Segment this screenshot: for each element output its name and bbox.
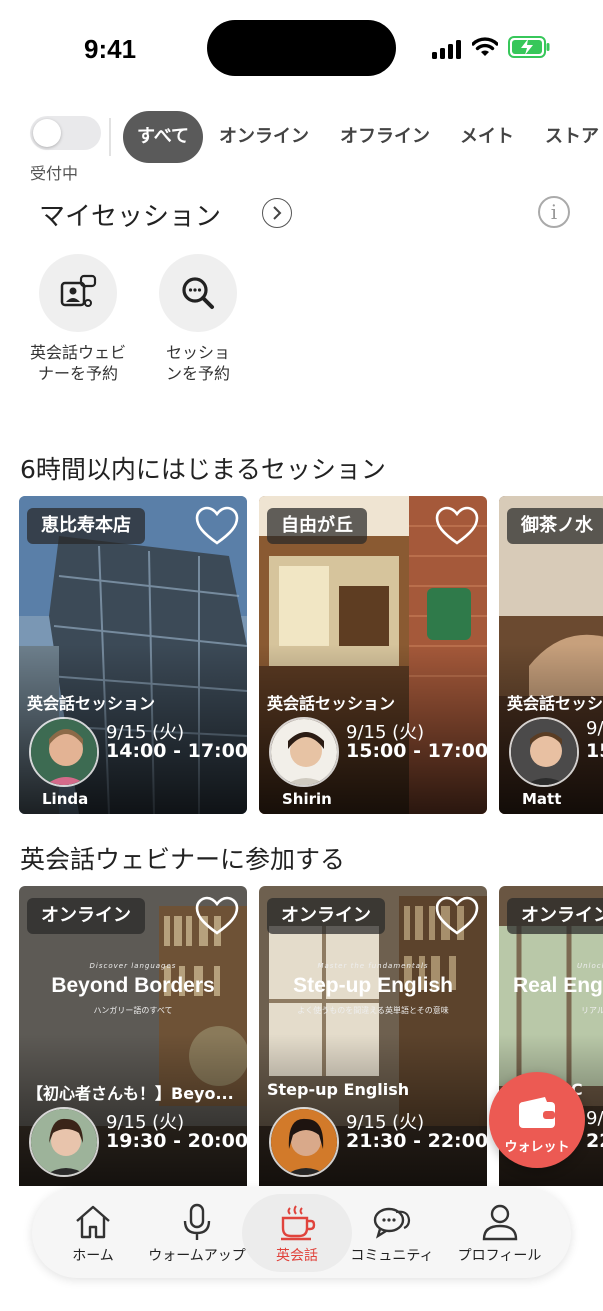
poster-tagline: Unlock [577,962,603,970]
webinar-card[interactable]: オンライン Master the fundamentals Step-up En… [259,886,487,1186]
upcoming-section-title: 6時間以内にはじまるセッション [20,455,386,484]
host-avatar [269,717,339,787]
person-icon [482,1204,517,1241]
search-chat-icon [159,254,237,332]
book-webinar-button[interactable]: 英会話ウェビナーを予約 [28,254,128,384]
host-avatar [509,717,579,787]
info-icon[interactable]: i [538,196,570,228]
chip-online[interactable]: オンライン [219,111,309,163]
webinar-title: Step-up English [267,1080,410,1099]
tab-profile-label: プロフィール [457,1248,542,1264]
host-name: Matt [522,790,562,808]
book-session-label: セッションを予約 [165,343,230,383]
host-name: Shirin [282,790,332,808]
tab-community[interactable]: コミュニティ [350,1188,434,1278]
session-card[interactable]: 御茶ノ水 英会話セッション 9/15 15:00 Matt [499,496,603,814]
book-webinar-label: 英会話ウェビナーを予約 [29,343,126,383]
chip-all[interactable]: すべて [123,111,204,163]
poster-tagline: Master the fundamentals [317,962,429,970]
toggle-knob [33,119,61,147]
webinar-icon [39,254,117,332]
location-tag: 自由が丘 [267,508,367,544]
host-avatar [29,1107,99,1177]
chip-mate[interactable]: メイト [460,111,514,163]
poster-tagline: Discover languages [89,962,177,970]
coffee-cup-icon [281,1205,316,1241]
online-tag: オンライン [267,898,385,934]
heart-icon[interactable] [435,506,479,546]
online-tag: オンライン [27,898,145,934]
status-bar: 9:41 [0,0,603,100]
home-icon [76,1205,110,1239]
tab-home[interactable]: ホーム [54,1188,132,1278]
webinar-date: 9/ [586,1108,603,1129]
host-name: Linda [42,790,89,808]
heart-icon[interactable] [435,896,479,936]
my-session-title: マイセッション [39,202,222,232]
session-card[interactable]: 自由が丘 英会話セッション 9/15 (火) 15:00 - 17:00 Shi… [259,496,487,814]
accepting-toggle[interactable] [30,116,101,150]
webinar-hours: 19:30 - 20:00 [106,1130,247,1152]
webinar-section-title: 英会話ウェビナーに参加する [20,845,346,874]
location-tag: 御茶ノ水 [507,508,603,544]
chevron-right-icon[interactable] [262,198,292,228]
online-tag: オンライン [507,898,603,934]
poster-subtitle: よく使うものを間違える英単語とその意味 [297,1006,449,1015]
session-kind: 英会話セッション [507,694,603,713]
session-kind: 英会話セッション [27,694,156,713]
poster-subtitle: リアル [581,1006,603,1015]
filter-divider [109,118,111,156]
host-avatar [29,717,99,787]
webinar-title: 【初心者さんも！】Beyo... [27,1084,234,1103]
poster-title: Real Engl [513,974,603,997]
tab-profile[interactable]: プロフィール [452,1188,547,1278]
microphone-icon [183,1203,211,1240]
session-date: 9/15 [586,718,603,739]
poster-title: Step-up English [293,974,453,997]
wifi-icon [472,37,498,56]
status-time: 9:41 [84,34,137,64]
upcoming-card-row: 恵比寿本店 英会話セッション 9/15 (火) 14:00 - 17:00 Li… [19,496,603,814]
host-avatar [269,1107,339,1177]
location-tag: 恵比寿本店 [27,508,145,544]
session-card[interactable]: 恵比寿本店 英会話セッション 9/15 (火) 14:00 - 17:00 Li… [19,496,247,814]
webinar-card[interactable]: オンライン Discover languages Beyond Borders … [19,886,247,1186]
chip-store[interactable]: ストア [545,111,599,163]
cellular-signal-icon [432,39,462,59]
battery-charging-icon [508,36,550,58]
poster-title: Beyond Borders [51,974,215,997]
wallet-button[interactable]: ウォレット [489,1072,585,1168]
session-hours: 15:00 [586,740,603,762]
webinar-hours: 22 [586,1130,603,1152]
book-session-button[interactable]: セッションを予約 [148,254,248,384]
session-hours: 15:00 - 17:00 [346,740,487,762]
chat-bubbles-icon [373,1207,411,1239]
heart-icon[interactable] [195,896,239,936]
chip-offline[interactable]: オフライン [340,111,430,163]
heart-icon[interactable] [195,506,239,546]
wallet-label: ウォレット [504,1140,570,1155]
webinar-hours: 21:30 - 22:00 [346,1130,487,1152]
poster-subtitle: ハンガリー語のすべて [93,1006,173,1015]
wallet-icon [519,1097,555,1128]
tab-bar: ホーム ウォームアップ 英会話 コミュニティ プロフィール [32,1188,571,1278]
session-hours: 14:00 - 17:00 [106,740,247,762]
toggle-label: 受付中 [30,164,79,183]
session-kind: 英会話セッション [267,694,396,713]
dynamic-island [207,20,396,76]
